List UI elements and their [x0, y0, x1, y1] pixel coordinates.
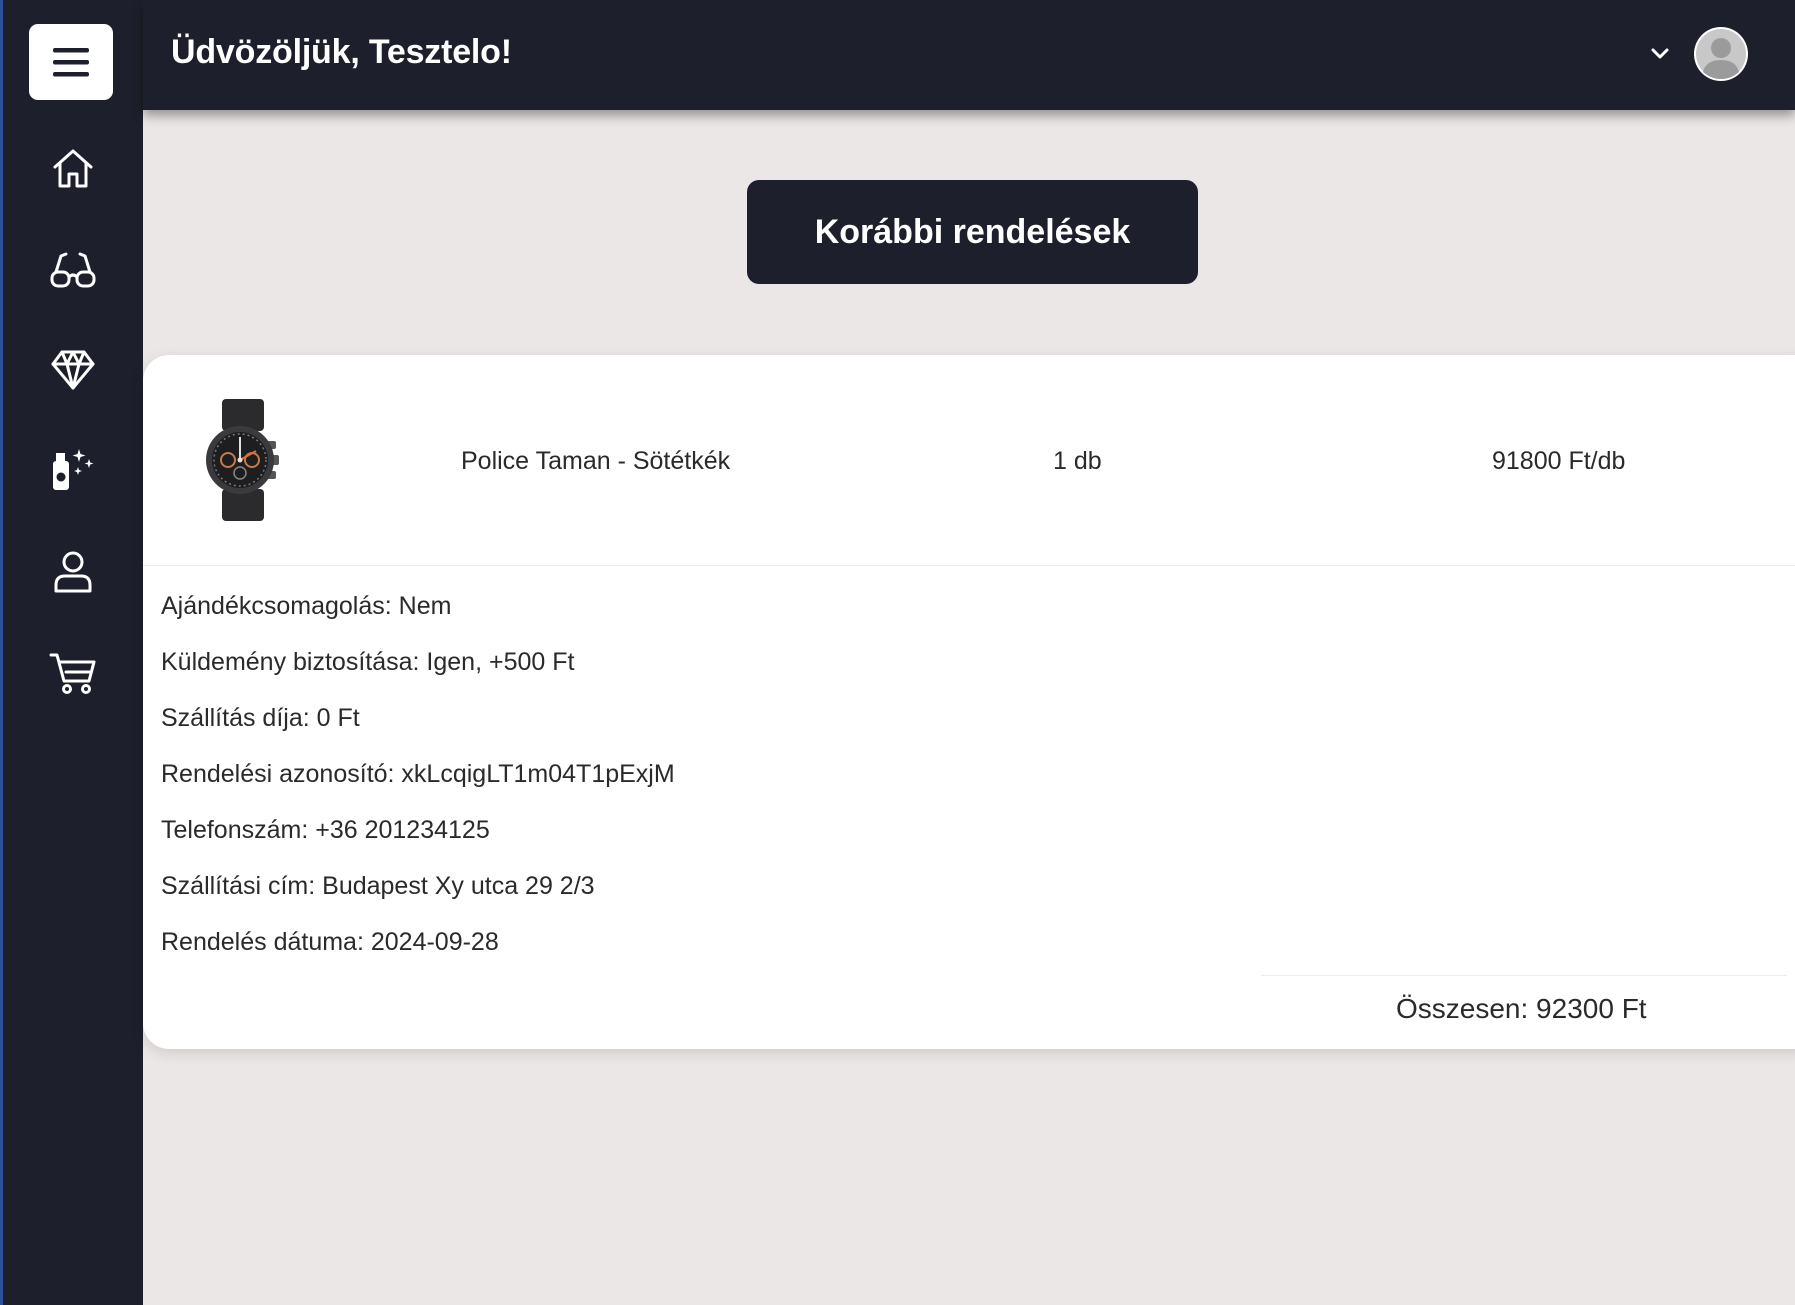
- total-divider: [1261, 975, 1787, 976]
- order-details: Ajándékcsomagolás: Nem Küldemény biztosí…: [161, 589, 675, 981]
- user-icon: [54, 551, 92, 593]
- sidebar-item-jewelry[interactable]: [3, 330, 143, 410]
- page-title: Korábbi rendelések: [814, 212, 1131, 251]
- sidebar-item-cart[interactable]: [3, 633, 143, 713]
- phone-number-detail: Telefonszám: +36 201234125: [161, 816, 490, 844]
- hamburger-icon: [53, 48, 89, 77]
- sidebar: [3, 0, 143, 1305]
- order-total: Összesen: 92300 Ft: [1396, 993, 1647, 1024]
- sidebar-item-glasses[interactable]: [3, 230, 143, 310]
- order-id-detail: Rendelési azonosító: xkLcqigLT1m04T1pExj…: [161, 760, 675, 788]
- welcome-message: Üdvözöljük, Tesztelo!: [171, 33, 512, 71]
- top-bar: Üdvözöljük, Tesztelo!: [143, 0, 1795, 110]
- order-date-detail: Rendelés dátuma: 2024-09-28: [161, 928, 499, 956]
- shipping-address-detail: Szállítási cím: Budapest Xy utca 29 2/3: [161, 872, 595, 900]
- menu-toggle-button[interactable]: [29, 24, 113, 100]
- order-item-quantity: 1 db: [1053, 447, 1102, 475]
- cart-icon: [49, 653, 96, 694]
- page-title-banner: Korábbi rendelések: [747, 180, 1198, 284]
- order-item-row: Police Taman - Sötétkék 1 db 91800 Ft/db: [143, 355, 1795, 566]
- avatar-placeholder-icon: [1696, 29, 1746, 79]
- sidebar-item-perfume[interactable]: [3, 430, 143, 510]
- glasses-icon: [50, 252, 96, 288]
- product-image: [206, 399, 279, 521]
- order-item-name: Police Taman - Sötétkék: [461, 447, 731, 475]
- home-icon: [53, 149, 93, 188]
- shipping-fee-detail: Szállítás díja: 0 Ft: [161, 704, 360, 732]
- sidebar-item-home[interactable]: [3, 128, 143, 208]
- order-card: Police Taman - Sötétkék 1 db 91800 Ft/db…: [143, 355, 1795, 1049]
- perfume-icon: [53, 449, 94, 490]
- diamond-icon: [51, 350, 95, 390]
- order-item-price: 91800 Ft/db: [1492, 447, 1626, 475]
- avatar[interactable]: [1694, 27, 1748, 81]
- gift-wrap-detail: Ajándékcsomagolás: Nem: [161, 592, 452, 620]
- user-menu-toggle[interactable]: [1648, 43, 1672, 65]
- sidebar-item-profile[interactable]: [3, 532, 143, 612]
- shipment-insurance-detail: Küldemény biztosítása: Igen, +500 Ft: [161, 648, 575, 676]
- chevron-down-icon: [1651, 48, 1669, 59]
